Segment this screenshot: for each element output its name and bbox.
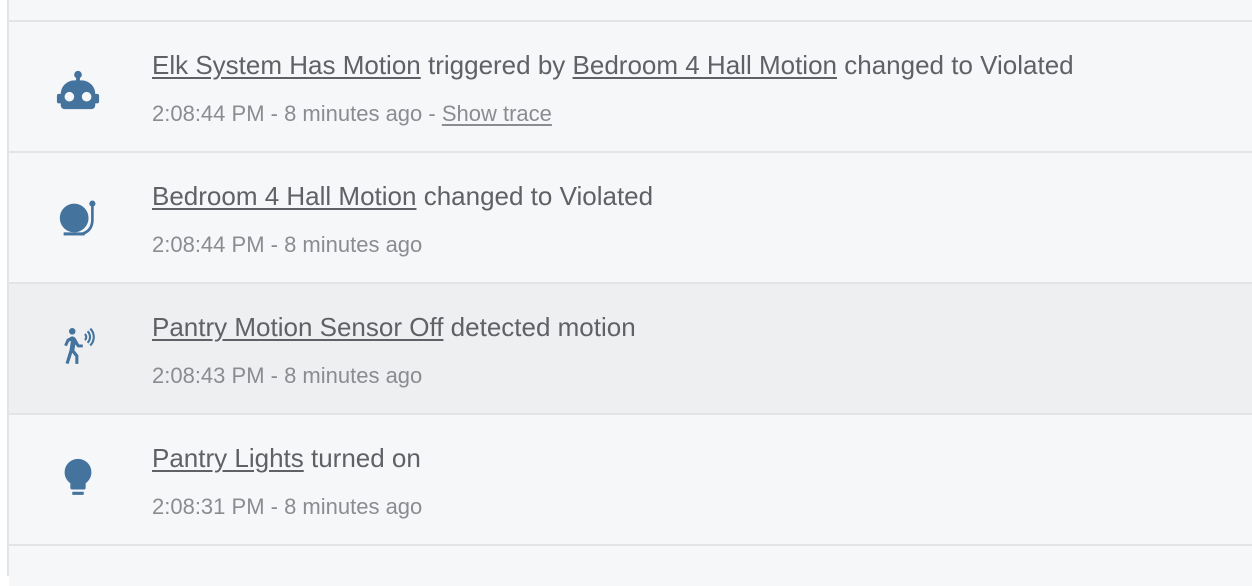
entry-message: Elk System Has Motion triggered by Bedro…: [152, 50, 1074, 80]
logbook-entry-partial: [9, 546, 1252, 586]
timestamp: 2:08:44 PM: [152, 101, 265, 126]
separator: -: [264, 232, 285, 257]
message-text: changed to Violated: [844, 50, 1074, 80]
entry-time: 2:08:43 PM - 8 minutes ago: [152, 363, 422, 389]
relative-time: 8 minutes ago: [284, 363, 423, 388]
robot-icon: [55, 67, 101, 113]
message-text: triggered by: [427, 50, 566, 80]
entry-message: Pantry Lights turned on: [152, 443, 421, 473]
entry-message: Bedroom 4 Hall Motion changed to Violate…: [152, 181, 653, 211]
entity-link[interactable]: Pantry Motion Sensor Off: [152, 312, 443, 342]
entry-time: 2:08:44 PM - 8 minutes ago: [152, 232, 422, 258]
lightbulb-icon: [55, 455, 101, 501]
separator: -: [422, 101, 442, 126]
bell-icon: [55, 195, 101, 241]
entity-link[interactable]: Pantry Lights: [152, 443, 304, 473]
entity-link[interactable]: Elk System Has Motion: [152, 50, 421, 80]
relative-time: 8 minutes ago: [284, 101, 423, 126]
message-text: changed to Violated: [423, 181, 654, 211]
relative-time: 8 minutes ago: [284, 494, 423, 519]
entry-time: 2:08:44 PM - 8 minutes ago - Show trace: [152, 101, 552, 127]
logbook-entry: Pantry Lights turned on 2:08:31 PM - 8 m…: [9, 415, 1252, 546]
entry-time: 2:08:31 PM - 8 minutes ago: [152, 494, 422, 520]
relative-time: 8 minutes ago: [284, 232, 423, 257]
logbook-entry: Bedroom 4 Hall Motion changed to Violate…: [9, 153, 1252, 284]
show-trace-link[interactable]: Show trace: [442, 101, 552, 126]
separator: -: [264, 494, 285, 519]
entity-link[interactable]: Bedroom 4 Hall Motion: [152, 181, 416, 211]
timestamp: 2:08:43 PM: [152, 363, 265, 388]
timestamp: 2:08:31 PM: [152, 494, 265, 519]
logbook-list: Elk System Has Motion triggered by Bedro…: [7, 0, 1252, 586]
separator: -: [264, 101, 285, 126]
message-text: turned on: [310, 443, 421, 473]
logbook-entry: Elk System Has Motion triggered by Bedro…: [9, 22, 1252, 153]
entry-message: Pantry Motion Sensor Off detected motion: [152, 312, 636, 342]
context-entity-link[interactable]: Bedroom 4 Hall Motion: [573, 50, 837, 80]
motion-sensor-icon: [55, 324, 101, 370]
message-text: detected motion: [450, 312, 636, 342]
logbook-entry: Pantry Motion Sensor Off detected motion…: [9, 284, 1252, 415]
timestamp: 2:08:44 PM: [152, 232, 265, 257]
separator: -: [264, 363, 285, 388]
logbook-entry-partial: [9, 0, 1252, 22]
